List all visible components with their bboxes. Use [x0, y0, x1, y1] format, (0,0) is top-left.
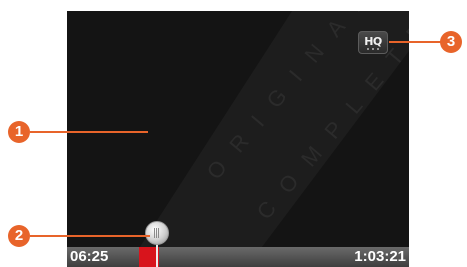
hq-label: HQ — [364, 34, 382, 48]
callout-badge-2: 2 — [8, 225, 30, 247]
manual-illustration: ORIGINAL COMPLETE COPY HQ 06:25 1:03:21 … — [0, 0, 467, 267]
callout-line-1 — [30, 131, 148, 133]
callout-line-3 — [389, 41, 441, 43]
callout-badge-1: 1 — [8, 121, 30, 143]
video-screen[interactable]: ORIGINAL COMPLETE COPY HQ 06:25 1:03:21 — [67, 11, 409, 267]
progress-bar[interactable] — [139, 247, 339, 267]
time-elapsed: 06:25 — [70, 248, 109, 265]
hq-quality-button[interactable]: HQ — [358, 31, 388, 54]
hq-dots-icon — [367, 47, 379, 50]
time-total: 1:03:21 — [354, 248, 406, 265]
scrubber-stem — [156, 243, 158, 267]
callout-badge-3: 3 — [440, 31, 462, 53]
watermark-line-1: ORIGINAL — [202, 11, 381, 184]
callout-line-2 — [30, 235, 150, 237]
scrubber-grip-icon — [154, 228, 160, 238]
scrubber-handle-icon[interactable] — [145, 221, 169, 245]
